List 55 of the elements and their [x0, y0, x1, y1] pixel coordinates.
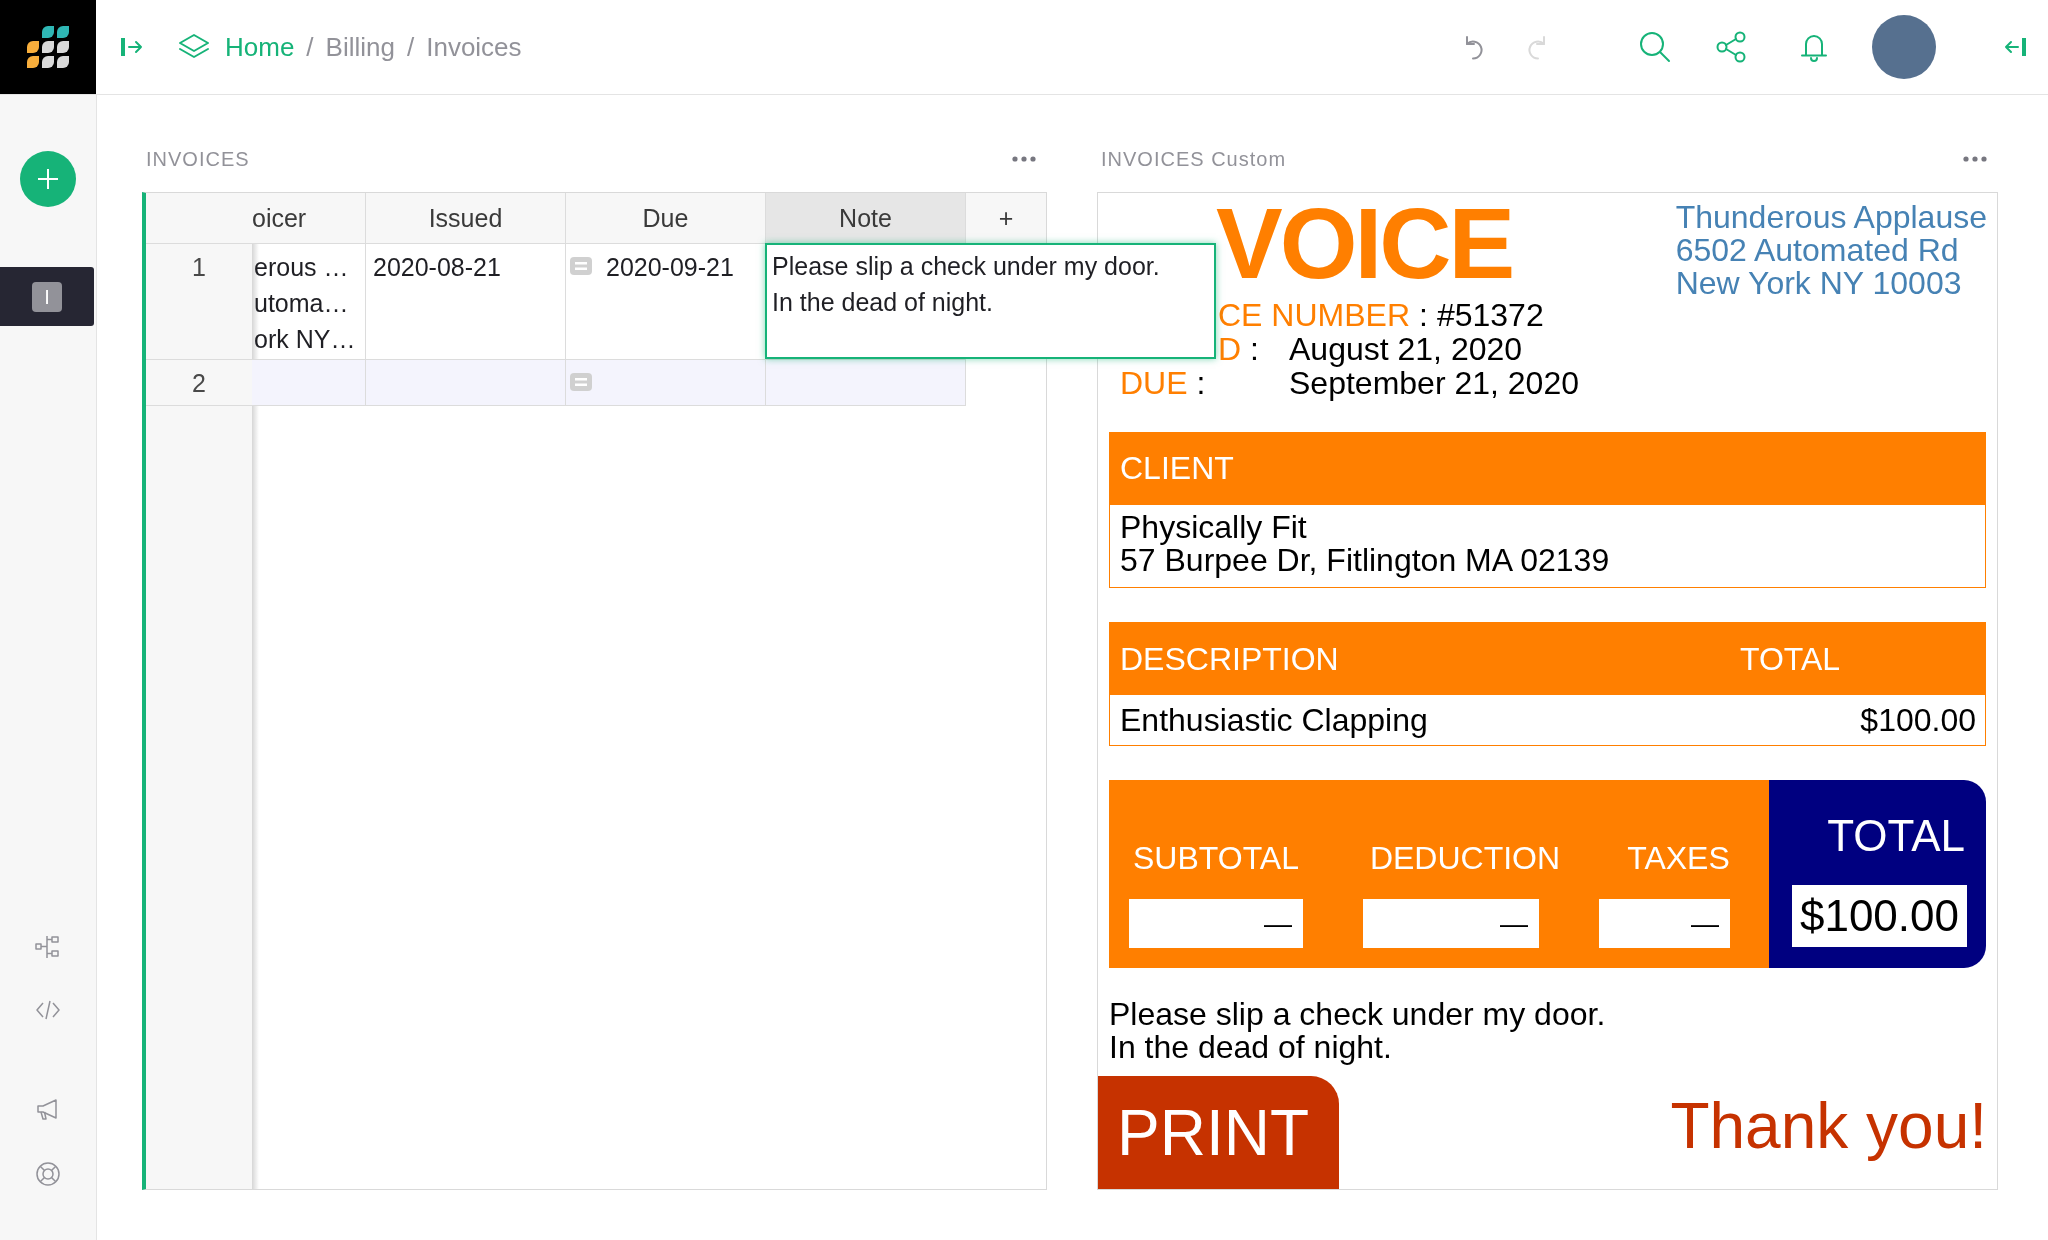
column-header: TOTAL — [1739, 639, 1841, 679]
field-value: #51372 — [1436, 298, 1544, 332]
summary-value: — — [1599, 899, 1730, 948]
search-icon[interactable] — [1638, 30, 1672, 64]
lifebuoy-icon[interactable] — [35, 1161, 61, 1187]
client-header: CLIENT — [1109, 432, 1986, 505]
page-initial: I — [32, 281, 62, 312]
field-label: DUE — [1120, 366, 1188, 400]
summary-value: — — [1363, 899, 1539, 948]
column-header[interactable]: Due — [566, 193, 766, 244]
section-title: INVOICES Custom — [1101, 147, 1287, 172]
column-header[interactable]: Issued — [366, 193, 566, 244]
add-button[interactable] — [20, 151, 76, 207]
table-cell-text: Enthusiastic Clapping — [1120, 701, 1428, 740]
summary-label: TAXES — [1627, 840, 1730, 876]
field-value: September 21, 2020 — [1289, 366, 1579, 400]
invoice-heading: VOICE — [1216, 203, 1513, 283]
equals-icon[interactable] — [570, 257, 592, 275]
cell-text: 2020-09-21 — [606, 252, 734, 283]
total-label: TOTAL — [1827, 812, 1965, 860]
column-header[interactable]: Note — [766, 193, 966, 244]
more-icon[interactable] — [1012, 156, 1036, 162]
column-header[interactable]: oicer — [252, 193, 366, 244]
diagram-icon[interactable] — [35, 934, 61, 960]
app-logo[interactable] — [0, 0, 96, 94]
panel-toggle-icon[interactable] — [2003, 35, 2027, 59]
total-value: $100.00 — [1791, 885, 1967, 947]
label-colon: : — [1196, 366, 1206, 400]
print-button[interactable]: PRINT — [1098, 1076, 1339, 1189]
summary-label: DEDUCTION — [1369, 840, 1561, 876]
cell-editor[interactable]: Please slip a check under my door. In the dead of night. — [765, 243, 1216, 359]
field-label: D — [1218, 332, 1242, 366]
client-address: Physically Fit 57 Burpee Dr, Fitlington MA 02139 — [1109, 505, 1986, 588]
panel-toggle-icon[interactable] — [120, 35, 144, 59]
layers-icon[interactable] — [178, 33, 210, 61]
label-colon: : — [1419, 298, 1428, 332]
plus-icon — [36, 167, 60, 191]
row-number: 1 — [146, 244, 252, 360]
column-header: DESCRIPTION — [1120, 639, 1339, 679]
label-colon: : — [1250, 332, 1259, 366]
breadcrumb-separator: / — [406, 31, 415, 63]
table-cell-text: $100.00 — [1860, 701, 1976, 740]
section-title: INVOICES — [146, 147, 250, 172]
summary-value: — — [1129, 899, 1303, 948]
share-icon[interactable] — [1716, 31, 1746, 63]
equals-icon[interactable] — [570, 373, 592, 391]
breadcrumb-separator: / — [306, 31, 314, 63]
invoice-note: Please slip a check under my door. In the dead of night. — [1109, 998, 1607, 1064]
field-label: CE NUMBER — [1218, 298, 1410, 332]
summary-label: SUBTOTAL — [1133, 840, 1299, 876]
sender-address: Thunderous Applause 6502 Automated Rd New York NY 10003 — [1675, 201, 1987, 300]
add-column-button[interactable]: + — [966, 193, 1046, 244]
thank-you-text: Thank you! — [1670, 1088, 1987, 1163]
more-icon[interactable] — [1963, 156, 1987, 162]
field-value: August 21, 2020 — [1289, 332, 1523, 366]
